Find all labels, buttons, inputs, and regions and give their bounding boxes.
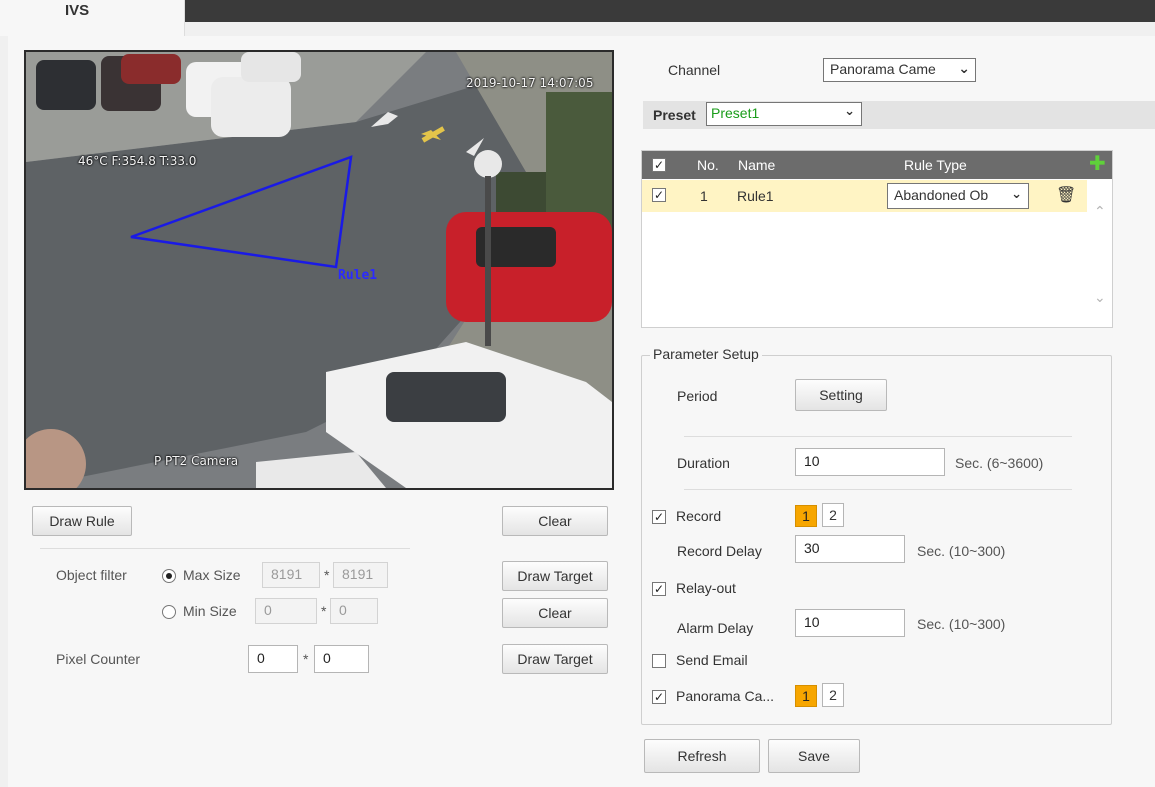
send-email-checkbox[interactable] bbox=[652, 654, 666, 668]
max-size-radio[interactable] bbox=[162, 569, 176, 583]
duration-label: Duration bbox=[677, 455, 730, 471]
row-rule-type-select[interactable]: Abandoned Ob ⌄ bbox=[887, 183, 1029, 209]
preset-label: Preset bbox=[653, 107, 696, 123]
video-ptz-info: 46°C F:354.8 T:33.0 bbox=[78, 154, 197, 168]
channel-select[interactable]: Panorama Came ⌄ bbox=[823, 58, 976, 82]
select-all-checkbox[interactable]: ✓ bbox=[652, 158, 666, 172]
relay-out-checkbox[interactable]: ✓ bbox=[652, 582, 666, 596]
video-timestamp: 2019-10-17 14:07:05 bbox=[466, 76, 594, 90]
panorama-checkbox[interactable]: ✓ bbox=[652, 690, 666, 704]
max-size-separator: * bbox=[324, 567, 330, 583]
clear-rule-button[interactable]: Clear bbox=[502, 506, 608, 536]
header-name: Name bbox=[738, 157, 776, 173]
save-button[interactable]: Save bbox=[768, 739, 860, 773]
send-email-label: Send Email bbox=[676, 652, 748, 668]
chevron-down-icon: ⌄ bbox=[958, 60, 970, 76]
video-preview[interactable]: 2019-10-17 14:07:05 46°C F:354.8 T:33.0 … bbox=[24, 50, 614, 490]
video-camera-name: P PT2 Camera bbox=[154, 454, 239, 468]
min-size-separator: * bbox=[321, 603, 327, 619]
alarm-delay-input[interactable]: 10 bbox=[795, 609, 905, 637]
channel-select-value: Panorama Came bbox=[830, 61, 936, 77]
duration-divider bbox=[684, 489, 1072, 490]
min-size-radio[interactable] bbox=[162, 605, 176, 619]
scroll-down-icon[interactable]: ⌄ bbox=[1094, 289, 1106, 306]
draw-target-pixel-button[interactable]: Draw Target bbox=[502, 644, 608, 674]
min-size-label: Min Size bbox=[183, 603, 237, 619]
min-width-input[interactable]: 0 bbox=[255, 598, 317, 624]
parameter-setup-legend: Parameter Setup bbox=[650, 346, 762, 362]
tab-ivs[interactable]: IVS bbox=[0, 0, 185, 36]
scroll-up-icon[interactable]: ⌃ bbox=[1094, 203, 1106, 220]
video-rule-label: Rule1 bbox=[338, 268, 378, 283]
object-filter-label: Object filter bbox=[56, 567, 127, 583]
row-name: Rule1 bbox=[737, 188, 774, 204]
alarm-delay-label: Alarm Delay bbox=[677, 620, 754, 636]
panorama-label: Panorama Ca... bbox=[676, 688, 775, 704]
max-size-label: Max Size bbox=[183, 567, 241, 583]
panorama-channel-2[interactable]: 2 bbox=[822, 683, 844, 707]
chevron-down-icon: ⌄ bbox=[1011, 186, 1022, 201]
header-no: No. bbox=[697, 157, 719, 173]
preset-select[interactable]: Preset1 ⌄ bbox=[706, 102, 862, 126]
duration-input[interactable]: 10 bbox=[795, 448, 945, 476]
channel-label: Channel bbox=[668, 62, 721, 78]
pixel-counter-width[interactable]: 0 bbox=[248, 645, 298, 673]
preset-select-value: Preset1 bbox=[711, 105, 760, 121]
row-rule-type-value: Abandoned Ob bbox=[894, 187, 989, 203]
record-delay-input[interactable]: 30 bbox=[795, 535, 905, 563]
top-bar: IVS bbox=[0, 0, 1155, 36]
period-divider bbox=[684, 436, 1072, 437]
clear-target-button[interactable]: Clear bbox=[502, 598, 608, 628]
top-dark-strip bbox=[185, 0, 1155, 22]
period-setting-button[interactable]: Setting bbox=[795, 379, 887, 411]
delete-rule-icon[interactable]: 🗑 bbox=[1056, 185, 1076, 205]
draw-rule-button[interactable]: Draw Rule bbox=[32, 506, 132, 536]
record-delay-label: Record Delay bbox=[677, 543, 762, 559]
add-rule-icon[interactable]: ✚ bbox=[1089, 154, 1106, 174]
panorama-channel-1[interactable]: 1 bbox=[795, 685, 817, 707]
rules-table: ✓ No. Name Rule Type ✚ ✓ 1 Rule1 Abandon… bbox=[641, 150, 1113, 328]
refresh-button[interactable]: Refresh bbox=[644, 739, 760, 773]
pixel-counter-separator: * bbox=[303, 651, 309, 667]
record-delay-range: Sec. (10~300) bbox=[917, 543, 1006, 559]
period-label: Period bbox=[677, 388, 718, 404]
max-width-input[interactable]: 8191 bbox=[262, 562, 320, 588]
max-height-input[interactable]: 8191 bbox=[333, 562, 388, 588]
alarm-delay-range: Sec. (10~300) bbox=[917, 616, 1006, 632]
row-checkbox[interactable]: ✓ bbox=[652, 188, 666, 202]
tab-ivs-label: IVS bbox=[65, 2, 90, 19]
relay-out-label: Relay-out bbox=[676, 580, 736, 596]
pixel-counter-label: Pixel Counter bbox=[56, 651, 141, 667]
record-checkbox[interactable]: ✓ bbox=[652, 510, 666, 524]
record-channel-2[interactable]: 2 bbox=[822, 503, 844, 527]
duration-range: Sec. (6~3600) bbox=[955, 455, 1044, 471]
rules-table-header: ✓ No. Name Rule Type ✚ bbox=[642, 151, 1112, 179]
left-divider bbox=[40, 548, 410, 549]
pixel-counter-height[interactable]: 0 bbox=[314, 645, 369, 673]
draw-target-max-button[interactable]: Draw Target bbox=[502, 561, 608, 591]
min-height-input[interactable]: 0 bbox=[330, 598, 378, 624]
chevron-down-icon: ⌄ bbox=[844, 103, 855, 118]
table-row[interactable]: ✓ 1 Rule1 Abandoned Ob ⌄ 🗑 bbox=[642, 180, 1087, 212]
record-channel-1[interactable]: 1 bbox=[795, 505, 817, 527]
video-scene bbox=[26, 52, 612, 488]
record-label: Record bbox=[676, 508, 722, 524]
row-no: 1 bbox=[700, 188, 708, 204]
header-rule-type: Rule Type bbox=[904, 157, 967, 173]
